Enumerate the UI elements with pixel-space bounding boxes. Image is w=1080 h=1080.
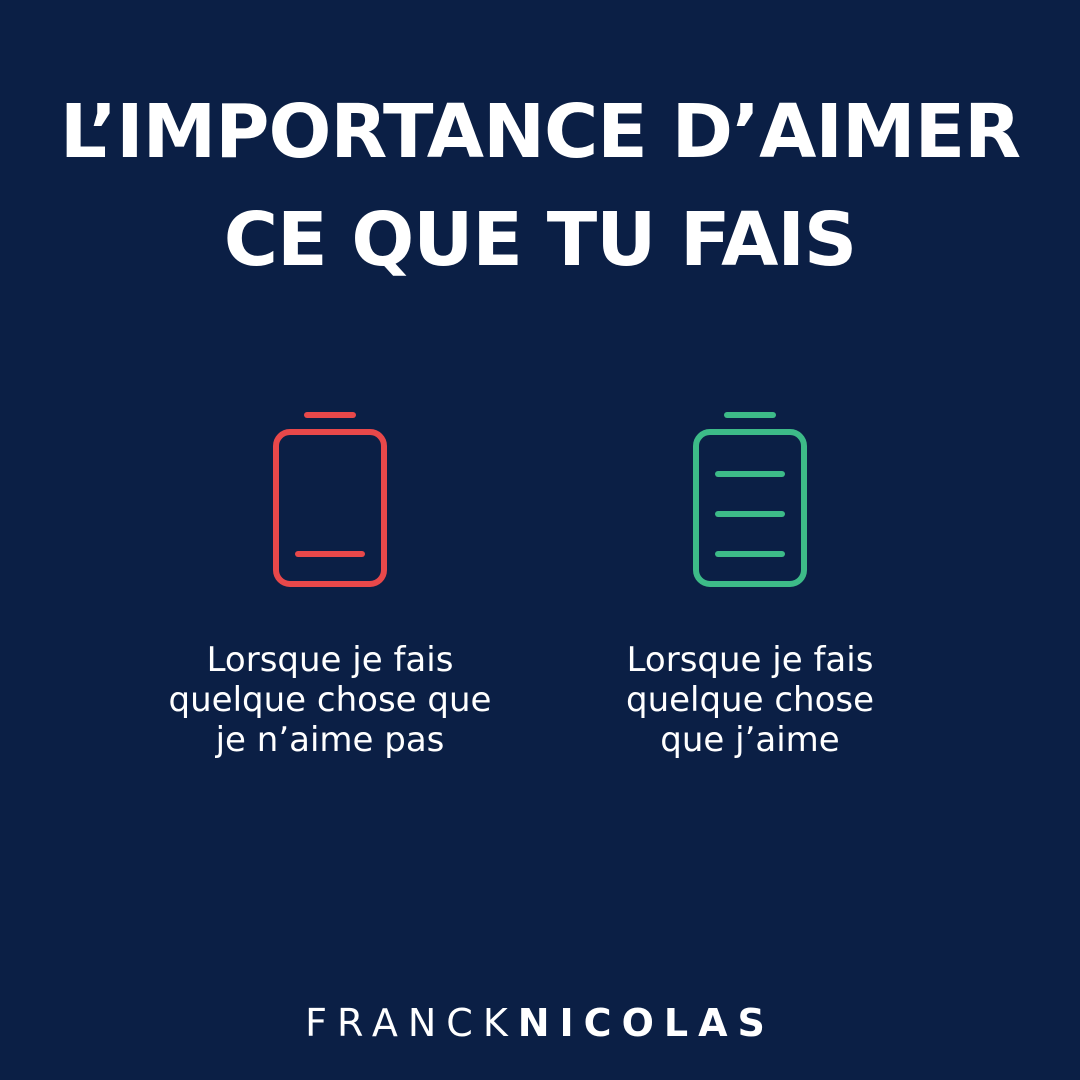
page-title: L’IMPORTANCE D’AIMER CE QUE TU FAIS — [0, 78, 1080, 294]
caption-dislike: Lorsque je fais quelque chose que je n’a… — [110, 640, 550, 760]
battery-full-icon — [685, 405, 815, 595]
brand-last-name: NICOLAS — [517, 1001, 775, 1045]
caption-dislike-line: je n’aime pas — [215, 720, 445, 760]
caption-dislike-line: quelque chose que — [168, 680, 492, 720]
caption-like: Lorsque je fais quelque chose que j’aime — [530, 640, 970, 760]
caption-dislike-line: Lorsque je fais — [206, 640, 454, 680]
caption-like-line: que j’aime — [660, 720, 840, 760]
caption-like-line: Lorsque je fais — [626, 640, 874, 680]
caption-like-line: quelque chose — [625, 680, 875, 720]
battery-low-icon — [265, 405, 395, 595]
brand-logo: FRANCKNICOLAS — [0, 998, 1080, 1048]
title-line-1: L’IMPORTANCE D’AIMER — [59, 89, 1021, 175]
title-line-2: CE QUE TU FAIS — [223, 197, 857, 283]
brand-first-name: FRANCK — [305, 1001, 518, 1045]
